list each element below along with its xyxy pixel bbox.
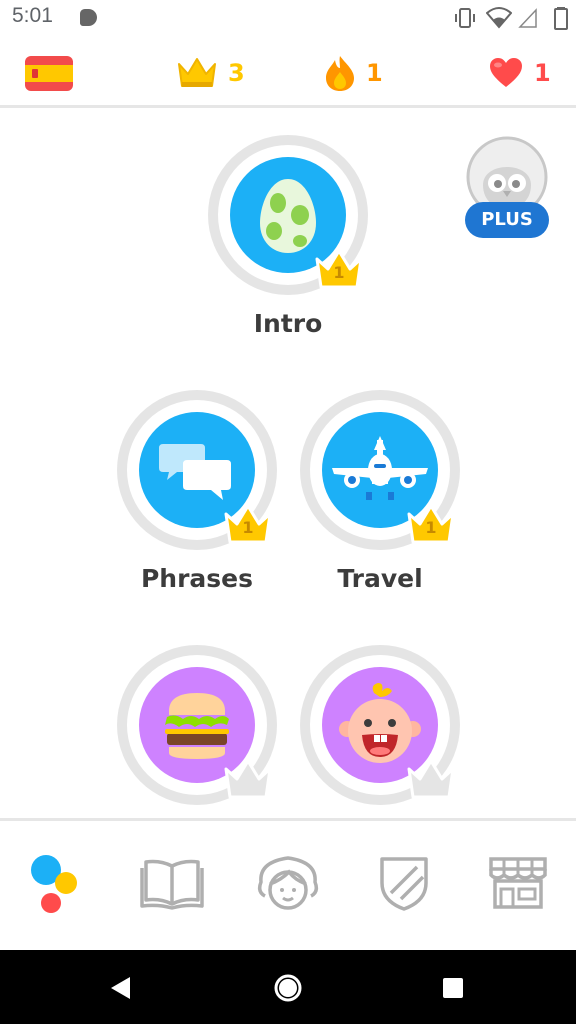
vibrate-icon (455, 8, 475, 28)
top-bar: 3 1 1 (0, 36, 576, 108)
skill-food[interactable] (117, 645, 277, 818)
crown-locked-icon (224, 759, 272, 799)
wifi-icon (486, 7, 512, 29)
crown-locked-icon (407, 759, 455, 799)
leaderboard-shield-icon (380, 857, 428, 911)
nav-stories[interactable] (132, 848, 212, 918)
nav-leaderboard[interactable] (364, 848, 444, 918)
crown-level: 1 (333, 263, 345, 282)
skill-intro[interactable]: 1 Intro (208, 135, 368, 350)
profile-face-icon (257, 856, 319, 910)
flame-icon (326, 56, 354, 91)
nav-learn[interactable] (17, 848, 97, 918)
skill-family[interactable] (300, 645, 460, 818)
skill-label: Travel (337, 564, 423, 593)
stories-book-icon (140, 859, 204, 910)
streak-count: 1 (366, 59, 383, 87)
skill-label: Intro (253, 309, 323, 338)
skill-tree: 1 Intro PLUS 1 Phrases 1 Travel (0, 110, 576, 818)
skill-travel[interactable]: 1 Travel (300, 390, 460, 605)
crown-level: 1 (425, 518, 437, 537)
plus-label: PLUS (465, 202, 549, 238)
spain-flag-icon[interactable] (25, 56, 73, 91)
crowns-counter[interactable]: 3 (176, 54, 245, 92)
crown-level: 1 (242, 518, 254, 537)
crown-icon (178, 58, 216, 87)
battery-icon (554, 7, 568, 30)
hearts-count: 1 (534, 59, 551, 87)
streak-counter[interactable]: 1 (324, 54, 383, 92)
back-button[interactable] (100, 968, 140, 1008)
back-triangle-icon (111, 977, 130, 999)
nav-profile[interactable] (248, 848, 328, 918)
home-circle-icon (274, 974, 302, 1002)
app-notification-icon (80, 9, 97, 26)
home-button[interactable] (268, 968, 308, 1008)
signal-icon (518, 8, 537, 28)
bottom-nav (0, 818, 576, 950)
system-nav-bar (0, 950, 576, 1024)
nav-shop[interactable] (478, 848, 558, 918)
status-time: 5:01 (12, 4, 53, 27)
status-bar: 5:01 (0, 0, 576, 36)
heart-icon (490, 58, 522, 87)
crowns-count: 3 (228, 59, 245, 87)
learn-dots-icon (31, 855, 77, 913)
hearts-counter[interactable]: 1 (488, 54, 551, 92)
shop-icon (489, 857, 547, 909)
plus-badge[interactable]: PLUS (465, 135, 549, 243)
recents-square-icon (443, 978, 463, 998)
skill-phrases[interactable]: 1 Phrases (117, 390, 277, 605)
recents-button[interactable] (433, 968, 473, 1008)
